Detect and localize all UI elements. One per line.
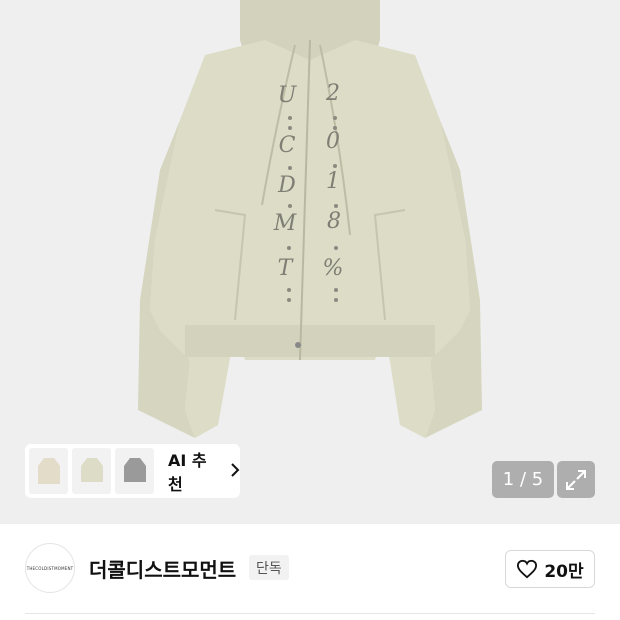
brand-logo[interactable]: THECOLDISTMOMENT <box>25 543 75 593</box>
hoodie-letter-right-5: % <box>323 256 344 281</box>
brand-name[interactable]: 더콜디스트모먼트 <box>89 554 236 583</box>
like-button[interactable]: 20만 <box>505 550 595 588</box>
hoodie-letter-left-1: U <box>278 83 298 108</box>
hoodie-letter-right-1: 2 <box>325 81 340 106</box>
hoodie-letter-left-5: T <box>278 256 295 281</box>
image-counter: 1 / 5 <box>492 461 554 498</box>
ai-recommend-label: AI 추천 <box>168 451 207 494</box>
hoodie-letter-right-4: 8 <box>327 209 341 234</box>
brand-row: THECOLDISTMOMENT 더콜디스트모먼트 단독 20만 <box>0 524 620 614</box>
recommend-thumbnail-1 <box>29 448 68 494</box>
recommend-thumbnail-2 <box>72 448 111 494</box>
recommend-thumbnail-3 <box>115 448 154 494</box>
product-image-gallery[interactable]: U C D M T 2 0 1 8 % AI 추천 1 / 5 <box>0 0 620 524</box>
hoodie-letter-left-4: M <box>273 211 297 236</box>
expand-arrows-icon <box>566 469 586 490</box>
hoodie-letter-left-2: C <box>279 133 296 158</box>
brand-logo-text: THECOLDISTMOMENT <box>26 565 74 571</box>
like-count: 20만 <box>544 561 584 582</box>
hoodie-letter-right-2: 0 <box>326 129 340 154</box>
hoodie-letter-right-3: 1 <box>326 169 340 194</box>
divider <box>25 613 595 614</box>
heart-icon <box>517 559 538 579</box>
chevron-right-icon <box>230 462 240 481</box>
ai-recommend-chip[interactable]: AI 추천 <box>25 444 240 498</box>
hoodie-letter-left-3: D <box>277 173 296 198</box>
exclusive-badge: 단독 <box>249 555 289 580</box>
expand-image-button[interactable] <box>557 461 595 498</box>
